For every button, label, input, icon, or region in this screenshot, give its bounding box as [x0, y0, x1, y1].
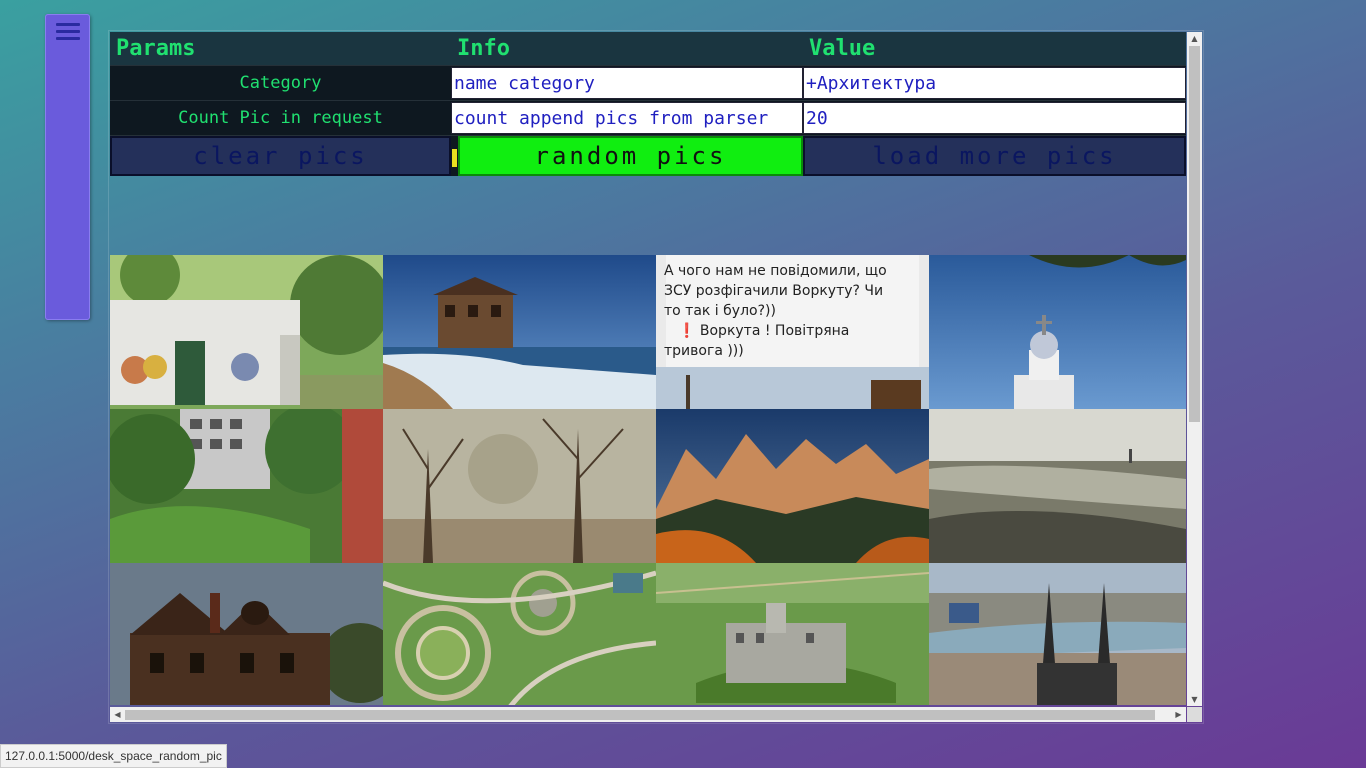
- status-url-bar: 127.0.0.1:5000/desk_space_random_pic: [0, 744, 227, 768]
- count-value-field[interactable]: [803, 102, 1186, 134]
- gallery-image[interactable]: [383, 409, 656, 563]
- gallery-image[interactable]: А чого нам не повідомили, що ЗСУ розфіга…: [656, 255, 929, 409]
- scroll-down-icon[interactable]: ▼: [1187, 693, 1202, 706]
- category-info-field[interactable]: [451, 67, 803, 99]
- horizontal-scrollbar[interactable]: ◀ ▶: [110, 707, 1186, 722]
- main-panel: Params Info Value Category Count Pic in …: [108, 30, 1204, 724]
- scroll-up-icon[interactable]: ▲: [1187, 32, 1202, 45]
- gallery-image[interactable]: [929, 409, 1186, 563]
- count-label: Count Pic in request: [110, 100, 451, 135]
- count-info-field[interactable]: [451, 102, 803, 134]
- random-pics-button[interactable]: random pics: [458, 136, 803, 176]
- gallery-image[interactable]: [110, 409, 383, 563]
- scroll-right-icon[interactable]: ▶: [1171, 707, 1186, 722]
- vertical-scroll-thumb[interactable]: [1189, 46, 1200, 422]
- horizontal-scroll-thumb[interactable]: [125, 710, 1155, 720]
- params-table: Params Info Value Category Count Pic in …: [110, 32, 1186, 176]
- gallery-image[interactable]: [110, 255, 383, 409]
- scroll-corner: [1187, 707, 1202, 722]
- menu-button[interactable]: [45, 14, 90, 320]
- load-more-pics-button[interactable]: load more pics: [803, 136, 1186, 176]
- gallery-image[interactable]: [656, 563, 929, 705]
- category-value-field[interactable]: [803, 67, 1186, 99]
- focus-marker: [452, 149, 457, 167]
- gallery-image[interactable]: [929, 563, 1186, 705]
- header-info: Info: [451, 32, 803, 65]
- hamburger-menu-icon: [56, 23, 80, 44]
- scroll-left-icon[interactable]: ◀: [110, 707, 125, 722]
- gallery-image[interactable]: [656, 409, 929, 563]
- clear-pics-button[interactable]: clear pics: [110, 136, 451, 176]
- gallery-image[interactable]: [383, 255, 656, 409]
- pics-gallery: А чого нам не повідомили, що ЗСУ розфіга…: [110, 255, 1186, 705]
- vertical-scrollbar[interactable]: ▲ ▼: [1187, 32, 1202, 706]
- header-params: Params: [110, 32, 451, 65]
- header-value: Value: [803, 32, 1186, 65]
- gallery-image[interactable]: [110, 563, 383, 705]
- text-post-caption: А чого нам не повідомили, що ЗСУ розфіга…: [664, 263, 887, 359]
- gallery-image[interactable]: [383, 563, 656, 705]
- gallery-image[interactable]: [929, 255, 1186, 409]
- category-label: Category: [110, 65, 451, 100]
